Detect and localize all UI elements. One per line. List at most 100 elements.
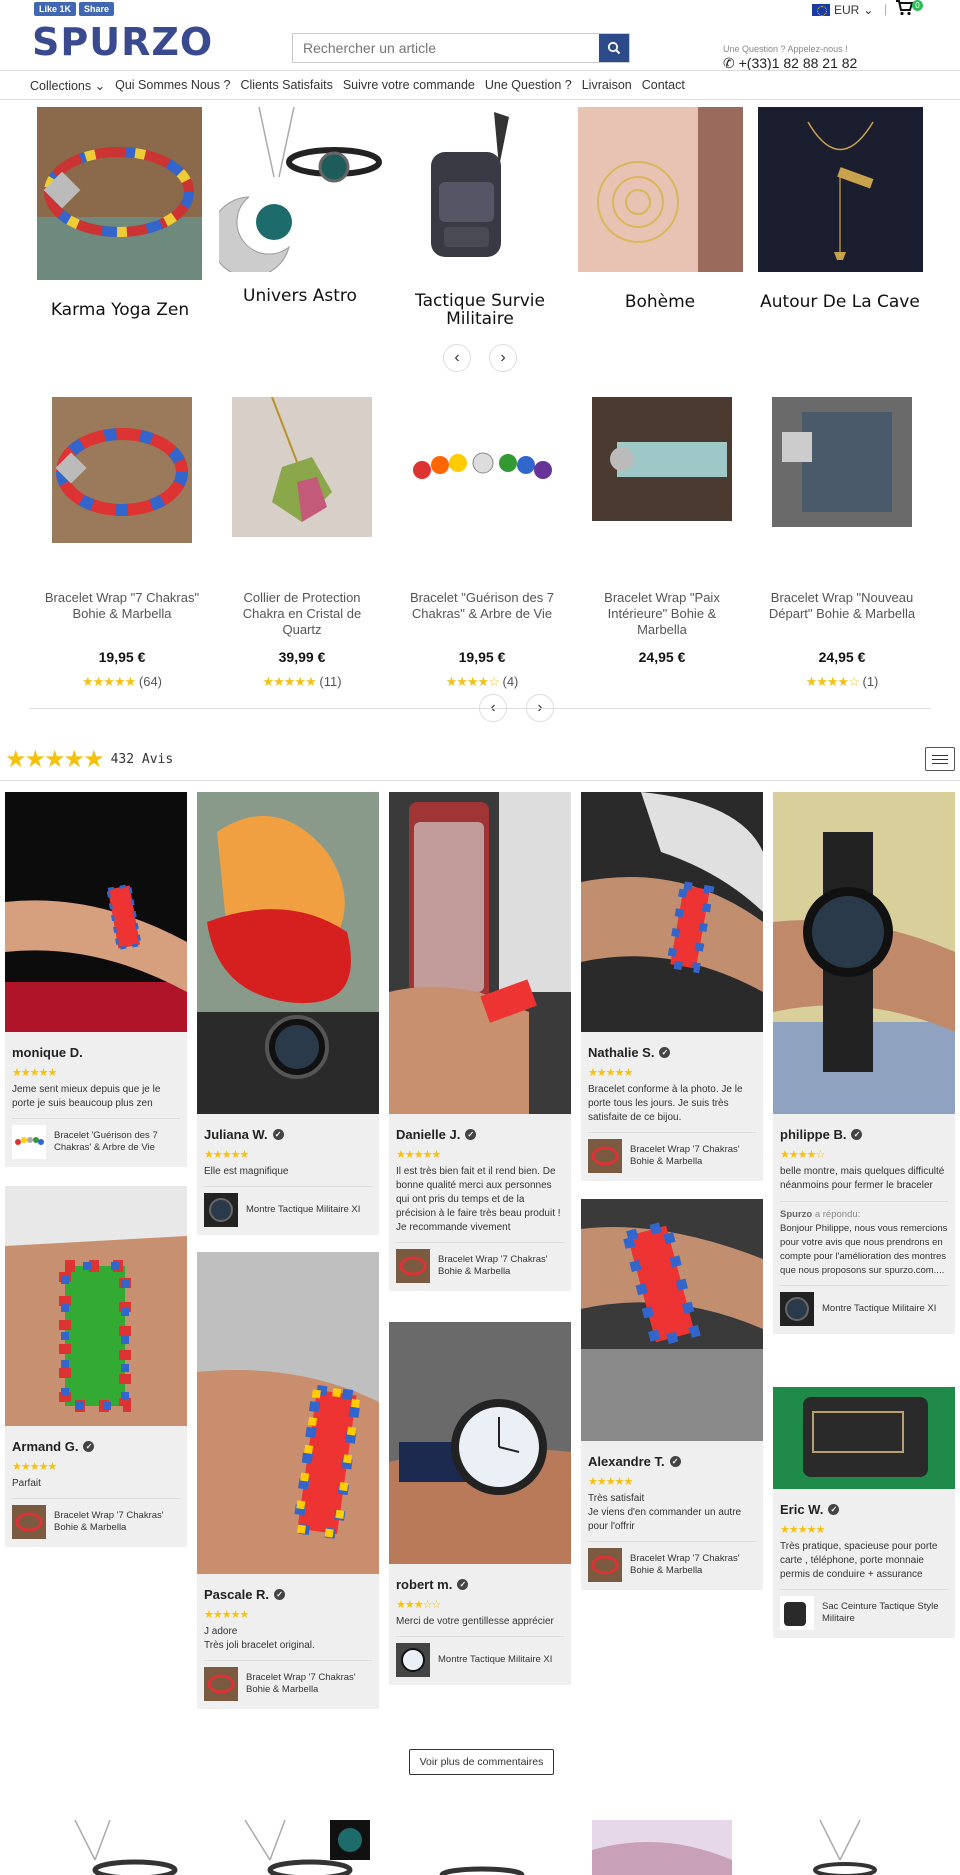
review-product-link[interactable]: Bracelet Wrap '7 Chakras' Bohie & Marbel… xyxy=(12,1498,180,1541)
collections-next-button[interactable]: › xyxy=(489,344,517,372)
nav-livraison[interactable]: Livraison xyxy=(582,71,642,99)
search-input[interactable] xyxy=(293,34,599,62)
collection-title[interactable]: Autour De La Cave xyxy=(750,292,930,312)
review-photo[interactable] xyxy=(5,792,187,1032)
cart-count-badge: 0 xyxy=(912,0,923,11)
review-card[interactable]: Alexandre T. ✓ ★★★★★ Très satisfait Je vi… xyxy=(581,1199,763,1590)
reply-text: Bonjour Philippe, nous vous remercions p… xyxy=(780,1223,948,1276)
review-product-link[interactable]: Bracelet Wrap '7 Chakras' Bohie & Marbel… xyxy=(588,1541,756,1584)
reviewer-name: Pascale R. ✓ xyxy=(204,1587,372,1602)
review-stars: ★★★★★ xyxy=(396,1149,441,1161)
reviewer-name: Armand G. ✓ xyxy=(12,1439,180,1454)
collection-image-boheme[interactable] xyxy=(578,107,743,272)
product-image[interactable] xyxy=(240,1820,375,1875)
review-stars: ★★★★★ xyxy=(204,1149,249,1161)
product-image[interactable] xyxy=(592,397,732,521)
product-thumbnail xyxy=(780,1596,814,1630)
review-product-link[interactable]: Bracelet Wrap '7 Chakras' Bohie & Marbel… xyxy=(396,1242,564,1285)
product-price: 24,95 € xyxy=(818,649,866,665)
reviewer-name: Alexandre T. ✓ xyxy=(588,1454,756,1469)
site-logo[interactable]: SPURZO xyxy=(32,20,213,64)
review-card[interactable]: Armand G. ✓ ★★★★★ Parfait Bracelet Wrap '… xyxy=(5,1186,187,1547)
review-card[interactable]: Juliana W. ✓ ★★★★★ Elle est magnifique Mo… xyxy=(197,792,379,1235)
product-name[interactable]: Bracelet Wrap "Paix Intérieure" Bohie & … xyxy=(582,590,742,638)
product-image[interactable] xyxy=(800,1820,900,1875)
review-photo[interactable] xyxy=(773,792,955,1114)
product-image[interactable] xyxy=(410,435,555,505)
review-product-link[interactable]: Bracelet Wrap '7 Chakras' Bohie & Marbel… xyxy=(204,1660,372,1703)
review-text: Elle est magnifique xyxy=(204,1166,289,1177)
currency-selector[interactable]: EUR ⌄ xyxy=(812,3,873,17)
rating-stars: ★★★★★ xyxy=(262,674,316,689)
review-card[interactable]: Nathalie S. ✓ ★★★★★ Bracelet conforme à l… xyxy=(581,792,763,1181)
verified-icon: ✓ xyxy=(457,1579,469,1590)
review-card[interactable]: philippe B. ✓ ★★★★☆ belle montre, mais qu… xyxy=(773,792,955,1334)
facebook-like-button[interactable]: Like 1K xyxy=(34,2,77,16)
nav-clients-satisfaits[interactable]: Clients Satisfaits xyxy=(240,71,342,99)
review-card[interactable]: Eric W. ✓ ★★★★★ Très pratique, spacieuse … xyxy=(773,1387,955,1638)
review-product-link[interactable]: Bracelet Wrap '7 Chakras' Bohie & Marbel… xyxy=(588,1132,756,1175)
review-product-link[interactable]: Montre Tactique Militaire XI xyxy=(780,1285,948,1328)
facebook-share-button[interactable]: Share xyxy=(79,2,115,16)
rating-stars: ★★★★★ xyxy=(81,674,136,689)
review-card[interactable]: Danielle J. ✓ ★★★★★ Il est très bien fait… xyxy=(389,792,571,1291)
review-photo[interactable] xyxy=(389,1322,571,1564)
review-card[interactable]: Pascale R. ✓ ★★★★★ J adore Très joli brac… xyxy=(197,1252,379,1709)
collections-prev-button[interactable]: ‹ xyxy=(443,344,471,372)
collection-image-karma[interactable] xyxy=(37,107,202,280)
review-product-link[interactable]: Sac Ceinture Tactique Style Militaire xyxy=(780,1589,948,1632)
reviews-menu-button[interactable] xyxy=(925,747,955,771)
review-photo[interactable] xyxy=(773,1387,955,1489)
review-photo[interactable] xyxy=(389,792,571,1114)
collection-title[interactable]: Karma Yoga Zen xyxy=(30,300,210,320)
collection-image-cave[interactable] xyxy=(758,107,923,272)
review-product-link[interactable]: Montre Tactique Militaire XI xyxy=(396,1636,564,1679)
reviewer-name: Eric W. ✓ xyxy=(780,1502,948,1517)
nav-collections[interactable]: Collections ⌄ xyxy=(30,71,115,99)
review-stars: ★★★★★ xyxy=(12,1461,57,1473)
collection-title[interactable]: Tactique Survie Militaire xyxy=(390,292,570,328)
product-image[interactable] xyxy=(420,1820,545,1875)
collection-title[interactable]: Bohème xyxy=(570,292,750,312)
review-count: (1) xyxy=(862,674,879,689)
collection-image-tactique[interactable] xyxy=(399,107,564,272)
product-thumbnail xyxy=(12,1505,46,1539)
review-text: Il est très bien fait et il rend bien. D… xyxy=(396,1166,561,1233)
nav-suivre-commande[interactable]: Suivre votre commande xyxy=(343,71,485,99)
review-stars: ★★★★★ xyxy=(588,1476,633,1488)
review-text: Merci de votre gentillesse apprécier xyxy=(396,1616,554,1627)
review-photo[interactable] xyxy=(197,792,379,1114)
reviewer-name: Danielle J. ✓ xyxy=(396,1127,564,1142)
review-photo[interactable] xyxy=(581,792,763,1032)
load-more-reviews-button[interactable]: Voir plus de commentaires xyxy=(409,1749,554,1775)
review-photo[interactable] xyxy=(5,1186,187,1426)
product-name[interactable]: Bracelet Wrap "7 Chakras" Bohie & Marbel… xyxy=(42,590,202,622)
review-product-link[interactable]: Montre Tactique Militaire XI xyxy=(204,1186,372,1229)
review-photo[interactable] xyxy=(581,1199,763,1441)
product-image[interactable] xyxy=(52,397,192,543)
product-name[interactable]: Bracelet Wrap "Nouveau Départ" Bohie & M… xyxy=(762,590,922,622)
collection-image-astro[interactable] xyxy=(219,107,384,272)
product-thumbnail xyxy=(780,1292,814,1326)
review-product-link[interactable]: Bracelet 'Guérison des 7 Chakras' & Arbr… xyxy=(12,1118,180,1161)
product-rating: ★★★★☆ (4) xyxy=(402,674,562,690)
product-image[interactable] xyxy=(592,1820,732,1875)
review-product-name: Montre Tactique Militaire XI xyxy=(822,1303,937,1314)
review-card[interactable]: monique D. ★★★★★ Jeme sent mieux depuis … xyxy=(5,792,187,1167)
product-price: 19,95 € xyxy=(98,649,146,665)
product-price: 39,99 € xyxy=(278,649,326,665)
search-button[interactable] xyxy=(599,34,629,62)
nav-qui-sommes-nous[interactable]: Qui Sommes Nous ? xyxy=(115,71,240,99)
review-photo[interactable] xyxy=(197,1252,379,1574)
product-image[interactable] xyxy=(232,397,372,537)
review-product-name: Sac Ceinture Tactique Style Militaire xyxy=(822,1601,939,1624)
product-name[interactable]: Collier de Protection Chakra en Cristal … xyxy=(222,590,382,638)
review-card[interactable]: robert m. ✓ ★★★☆☆ Merci de votre gentille… xyxy=(389,1322,571,1685)
collection-title[interactable]: Univers Astro xyxy=(210,286,390,306)
nav-contact[interactable]: Contact xyxy=(642,71,695,99)
reviewer-name: robert m. ✓ xyxy=(396,1577,564,1592)
product-image[interactable] xyxy=(65,1820,190,1875)
product-name[interactable]: Bracelet "Guérison des 7 Chakras" & Arbr… xyxy=(402,590,562,622)
nav-une-question[interactable]: Une Question ? xyxy=(485,71,582,99)
product-image[interactable] xyxy=(772,397,912,527)
